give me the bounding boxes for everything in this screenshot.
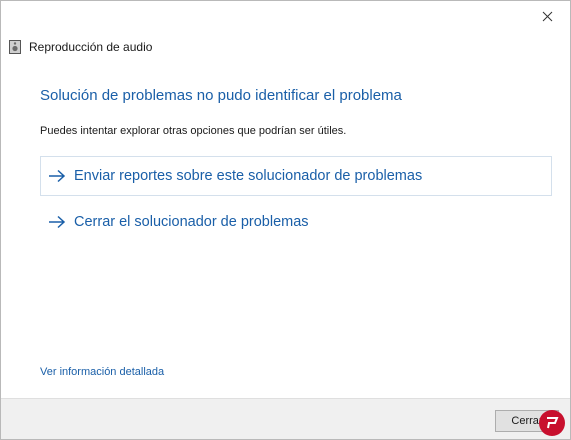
- arrow-right-icon: [49, 215, 66, 229]
- instruction-text: Puedes intentar explorar otras opciones …: [40, 125, 347, 137]
- close-icon: [542, 11, 552, 21]
- option-label: Cerrar el solucionador de problemas: [74, 214, 309, 230]
- page-title: Solución de problemas no pudo identifica…: [40, 87, 402, 104]
- window-header: Reproducción de audio: [9, 38, 152, 56]
- close-troubleshooter-option[interactable]: Cerrar el solucionador de problemas: [40, 202, 552, 242]
- arrow-right-icon: [49, 169, 66, 183]
- watermark-logo-icon: [539, 410, 565, 436]
- window-close-button[interactable]: [524, 1, 570, 31]
- speaker-icon: [9, 40, 21, 54]
- window-title: Reproducción de audio: [29, 40, 153, 54]
- option-label: Enviar reportes sobre este solucionador …: [74, 168, 423, 184]
- send-report-option[interactable]: Enviar reportes sobre este solucionador …: [40, 156, 552, 196]
- title-bar: [1, 1, 570, 31]
- dialog-window: Reproducción de audio Solución de proble…: [0, 0, 571, 440]
- view-details-link[interactable]: Ver información detallada: [40, 366, 164, 378]
- dialog-footer: Cerrar: [1, 398, 570, 439]
